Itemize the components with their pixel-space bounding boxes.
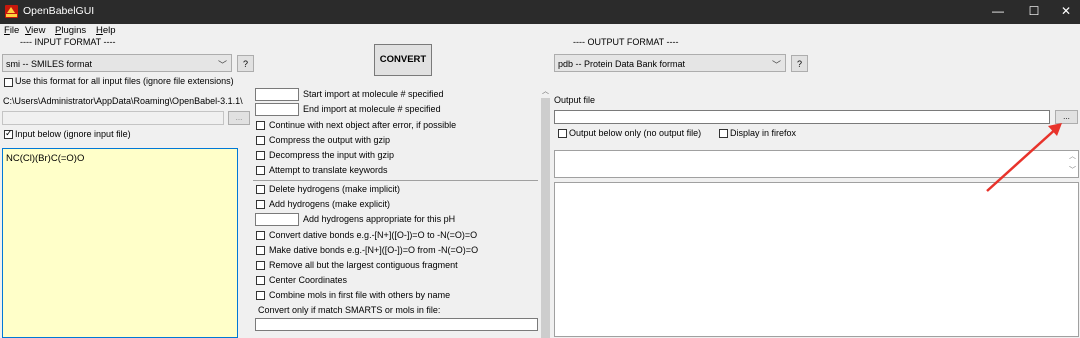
convert-button-label: CONVERT bbox=[379, 54, 427, 65]
start-import-label: Start import at molecule # specified bbox=[303, 89, 444, 99]
input-browse-button[interactable]: ... bbox=[228, 111, 250, 125]
window-title: OpenBabelGUI bbox=[23, 5, 95, 17]
output-browse-button[interactable]: ... bbox=[1055, 110, 1078, 124]
decompress-gzip-checkbox[interactable] bbox=[256, 151, 265, 160]
compress-gzip-label: Compress the output with gzip bbox=[269, 135, 391, 145]
compress-gzip-checkbox[interactable] bbox=[256, 136, 265, 145]
delete-h-checkbox[interactable] bbox=[256, 185, 265, 194]
smarts-field[interactable] bbox=[255, 318, 538, 331]
menu-bar: File View Plugins Help bbox=[0, 24, 1080, 37]
start-import-field[interactable] bbox=[255, 88, 299, 101]
input-below-checkbox[interactable] bbox=[4, 128, 13, 139]
output-format-help-button[interactable]: ? bbox=[791, 55, 808, 72]
use-format-for-all-label: Use this format for all input files (ign… bbox=[15, 76, 234, 86]
add-h-label: Add hydrogens (make explicit) bbox=[269, 199, 391, 209]
smarts-label: Convert only if match SMARTS or mols in … bbox=[258, 305, 441, 315]
add-h-ph-field[interactable] bbox=[255, 213, 299, 226]
chevron-up-icon[interactable]: ︿ bbox=[1069, 151, 1076, 161]
output-below-only-label: Output below only (no output file) bbox=[569, 128, 702, 138]
maximize-button[interactable]: ☐ bbox=[1016, 0, 1052, 24]
options-panel: Start import at molecule # specified End… bbox=[253, 86, 541, 336]
chevron-down-icon: ﹀ bbox=[217, 60, 227, 70]
close-button[interactable]: ✕ bbox=[1048, 0, 1080, 24]
menu-view[interactable]: View bbox=[25, 25, 45, 36]
output-below-only-checkbox[interactable] bbox=[558, 129, 567, 138]
input-format-select[interactable]: smi -- SMILES format ﹀ bbox=[2, 54, 232, 72]
input-format-value: smi -- SMILES format bbox=[6, 59, 93, 69]
input-format-header: ---- INPUT FORMAT ---- bbox=[20, 37, 116, 47]
continue-error-checkbox[interactable] bbox=[256, 121, 265, 130]
output-message-area[interactable]: ︿ ﹀ bbox=[554, 150, 1079, 178]
display-firefox-checkbox[interactable] bbox=[719, 129, 728, 138]
dative-to-checkbox[interactable] bbox=[256, 231, 265, 240]
add-h-checkbox[interactable] bbox=[256, 200, 265, 209]
title-bar: OpenBabelGUI — ☐ ✕ bbox=[0, 0, 1080, 24]
output-file-field[interactable] bbox=[554, 110, 1050, 124]
input-below-label: Input below (ignore input file) bbox=[15, 129, 131, 139]
center-coords-checkbox[interactable] bbox=[256, 276, 265, 285]
end-import-label: End import at molecule # specified bbox=[303, 104, 441, 114]
add-h-ph-label: Add hydrogens appropriate for this pH bbox=[303, 214, 456, 224]
chevron-down-icon[interactable]: ﹀ bbox=[1069, 165, 1076, 175]
dative-to-label: Convert dative bonds e.g.-[N+]([O-])=O t… bbox=[269, 230, 478, 240]
largest-fragment-checkbox[interactable] bbox=[256, 261, 265, 270]
dative-from-checkbox[interactable] bbox=[256, 246, 265, 255]
chevron-up-icon[interactable]: ︿ bbox=[540, 86, 551, 97]
output-format-select[interactable]: pdb -- Protein Data Bank format ﹀ bbox=[554, 54, 786, 72]
chevron-down-icon: ﹀ bbox=[771, 60, 781, 70]
options-scrollbar-thumb[interactable] bbox=[541, 98, 550, 338]
translate-keywords-checkbox[interactable] bbox=[256, 166, 265, 175]
output-file-label: Output file bbox=[554, 95, 596, 105]
end-import-field[interactable] bbox=[255, 103, 299, 116]
convert-button[interactable]: CONVERT bbox=[374, 44, 432, 76]
output-text-area[interactable] bbox=[554, 182, 1079, 337]
menu-help[interactable]: Help bbox=[96, 25, 116, 36]
minimize-button[interactable]: — bbox=[980, 0, 1016, 24]
dative-from-label: Make dative bonds e.g.-[N+]([O-])=O from… bbox=[269, 245, 479, 255]
continue-error-label: Continue with next object after error, i… bbox=[269, 120, 457, 130]
options-divider bbox=[253, 180, 538, 181]
openbabel-logo-icon bbox=[5, 5, 18, 18]
output-format-header: ---- OUTPUT FORMAT ---- bbox=[573, 37, 679, 47]
use-format-for-all-checkbox[interactable] bbox=[4, 78, 13, 87]
delete-h-label: Delete hydrogens (make implicit) bbox=[269, 184, 401, 194]
input-path-text: C:\Users\Administrator\AppData\Roaming\O… bbox=[3, 96, 243, 106]
menu-file[interactable]: File bbox=[4, 25, 19, 36]
display-firefox-label: Display in firefox bbox=[730, 128, 797, 138]
output-format-value: pdb -- Protein Data Bank format bbox=[558, 59, 686, 69]
combine-mols-label: Combine mols in first file with others b… bbox=[269, 290, 451, 300]
input-format-help-button[interactable]: ? bbox=[237, 55, 254, 72]
input-smiles-text: NC(Cl)(Br)C(=O)O bbox=[6, 153, 85, 164]
menu-plugins[interactable]: Plugins bbox=[55, 25, 86, 36]
center-coords-label: Center Coordinates bbox=[269, 275, 348, 285]
largest-fragment-label: Remove all but the largest contiguous fr… bbox=[269, 260, 458, 270]
decompress-gzip-label: Decompress the input with gzip bbox=[269, 150, 395, 160]
input-text-area[interactable]: NC(Cl)(Br)C(=O)O bbox=[2, 148, 238, 338]
translate-keywords-label: Attempt to translate keywords bbox=[269, 165, 388, 175]
input-file-field[interactable] bbox=[2, 111, 224, 125]
combine-mols-checkbox[interactable] bbox=[256, 291, 265, 300]
